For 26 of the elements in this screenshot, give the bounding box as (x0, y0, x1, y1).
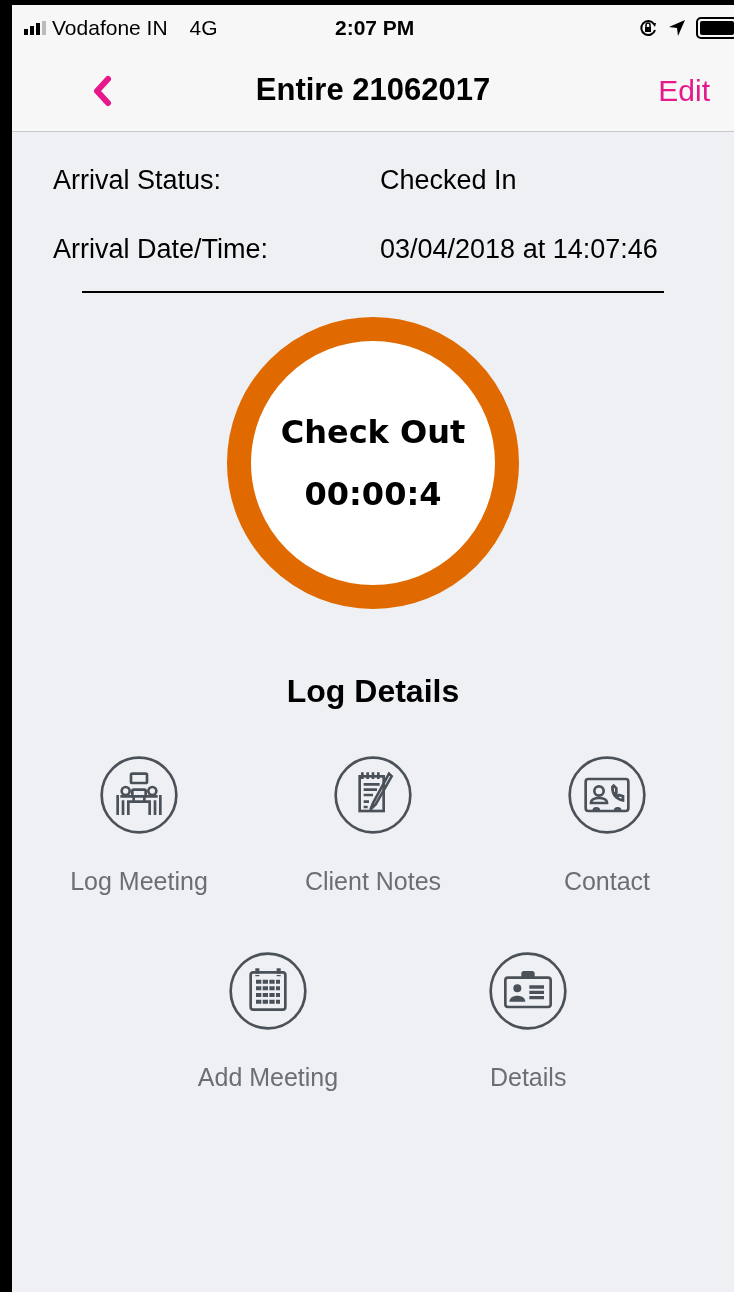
people-at-table-icon (99, 755, 179, 835)
signal-icon (24, 20, 48, 35)
carrier-name: Vodafone IN (52, 14, 168, 41)
field-value: Checked In (380, 164, 517, 197)
battery-icon (696, 16, 734, 39)
network-type: 4G (189, 14, 218, 41)
section-heading: Log Details (285, 672, 461, 711)
field-value: 03/04/2018 at 14:07:46 (380, 232, 658, 266)
action-button[interactable]: Add Meeting (197, 950, 339, 1096)
id-badge-icon (488, 950, 569, 1031)
location-icon (668, 18, 686, 37)
orientation-lock-icon (638, 17, 658, 38)
back-chevron-icon (92, 74, 112, 107)
field-label: Arrival Date/Time: (53, 232, 270, 266)
check-out-button[interactable]: Check Out 00:00:4 (227, 317, 519, 609)
field-label: Arrival Status: (53, 164, 223, 197)
screen-title: Entire 21062017 (255, 71, 491, 110)
contact-card-icon (567, 755, 647, 835)
action-button[interactable]: Contact (490, 755, 724, 901)
notepad-pencil-icon (333, 755, 413, 835)
calendar-icon (228, 950, 308, 1031)
status-time: 2:07 PM (335, 14, 415, 41)
action-button[interactable]: Details (488, 950, 569, 1096)
action-button[interactable]: Log Meeting (22, 755, 256, 901)
edit-button[interactable]: Edit (658, 68, 710, 113)
action-button[interactable]: Client Notes (256, 755, 490, 901)
